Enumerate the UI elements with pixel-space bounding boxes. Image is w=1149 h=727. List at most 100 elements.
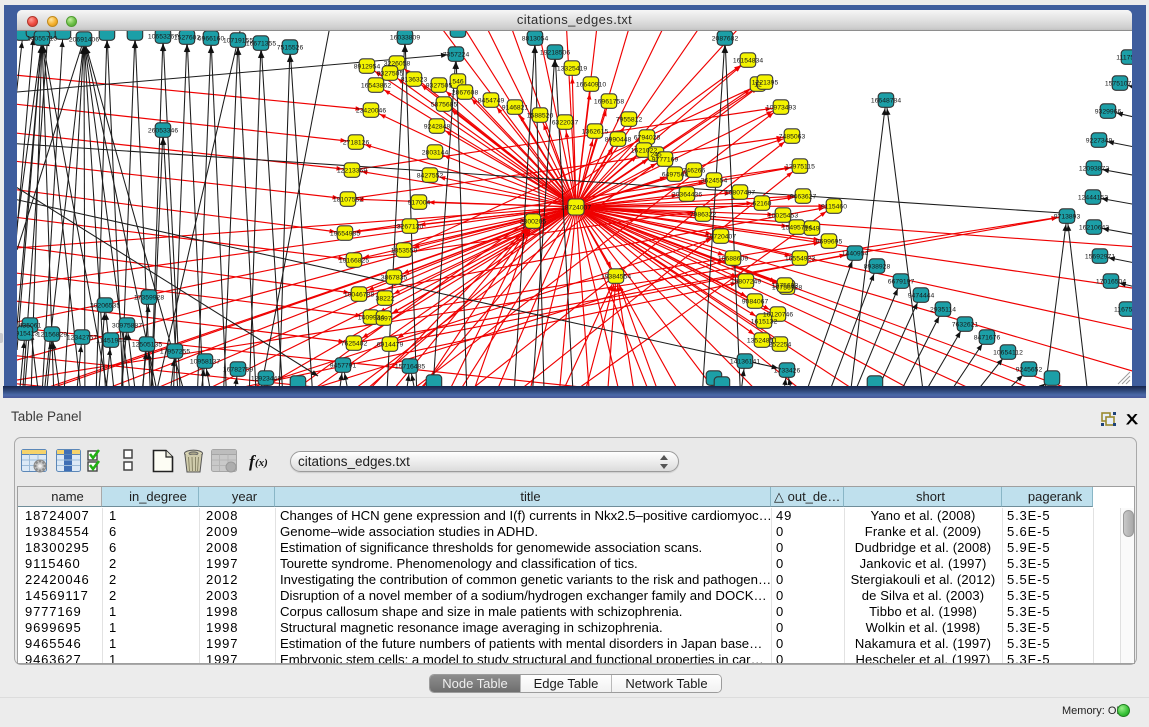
svg-text:12156829: 12156829 — [37, 331, 67, 338]
svg-text:14136141: 14136141 — [730, 358, 760, 365]
svg-text:15751074: 15751074 — [1105, 80, 1132, 87]
svg-text:7485063: 7485063 — [779, 133, 806, 140]
svg-text:16648784: 16648784 — [871, 97, 901, 104]
svg-text:12213369: 12213369 — [337, 167, 367, 174]
svg-text:9245652: 9245652 — [1016, 366, 1043, 373]
svg-text:2087682: 2087682 — [712, 35, 739, 42]
svg-text:3867835: 3867835 — [381, 274, 408, 281]
svg-text:8813054: 8813054 — [522, 35, 549, 42]
svg-text:16210643: 16210643 — [1079, 224, 1109, 231]
svg-text:12444153: 12444153 — [1078, 194, 1108, 201]
svg-text:6322037: 6322037 — [552, 119, 579, 126]
svg-text:8938928: 8938928 — [864, 263, 891, 270]
svg-text:1075692: 1075692 — [772, 282, 799, 289]
svg-text:3226058: 3226058 — [384, 60, 411, 67]
svg-text:9327505: 9327505 — [377, 70, 404, 77]
svg-text:19384554: 19384554 — [601, 273, 631, 280]
svg-text:1527602: 1527602 — [174, 34, 201, 41]
svg-text:9463627: 9463627 — [790, 193, 817, 200]
svg-text:17957255: 17957255 — [160, 348, 190, 355]
svg-text:16120746: 16120746 — [763, 311, 793, 318]
svg-text:30975887: 30975887 — [112, 322, 142, 329]
svg-text:9699695: 9699695 — [816, 238, 843, 245]
svg-text:10025453: 10025453 — [768, 212, 798, 219]
svg-text:15692971: 15692971 — [1085, 253, 1115, 260]
svg-text:15716485: 15716485 — [395, 363, 425, 370]
svg-text:62160: 62160 — [753, 200, 772, 207]
svg-text:16154834: 16154834 — [733, 57, 763, 64]
svg-text:17016504: 17016504 — [1096, 278, 1126, 285]
svg-text:12342757: 12342757 — [67, 334, 97, 341]
svg-text:14055713: 14055713 — [27, 35, 57, 42]
svg-text:10046788: 10046788 — [344, 291, 374, 298]
svg-text:17359928: 17359928 — [134, 294, 164, 301]
svg-text:6914479: 6914479 — [377, 341, 404, 348]
svg-text:9713893: 9713893 — [1054, 213, 1081, 220]
svg-text:1167534: 1167534 — [1114, 306, 1132, 313]
svg-text:2803144: 2803144 — [422, 149, 449, 156]
svg-text:10654112: 10654112 — [993, 349, 1023, 356]
svg-text:16961758: 16961758 — [594, 98, 624, 105]
svg-text:7632621: 7632621 — [952, 321, 979, 328]
svg-text:18807249: 18807249 — [731, 278, 761, 285]
svg-text:8912954: 8912954 — [354, 63, 381, 70]
svg-text:2935114: 2935114 — [930, 306, 956, 313]
svg-text:1440954: 1440954 — [842, 250, 869, 257]
svg-text:16640910: 16640910 — [576, 81, 606, 88]
svg-text:1362615: 1362615 — [582, 128, 609, 135]
svg-text:9474444: 9474444 — [908, 292, 935, 299]
svg-text:9242848: 9242848 — [424, 123, 451, 130]
svg-text:8454749: 8454749 — [478, 97, 505, 104]
svg-text:23420046: 23420046 — [356, 107, 386, 114]
svg-text:9329966: 9329966 — [1095, 108, 1122, 115]
svg-text:435061: 435061 — [19, 322, 42, 329]
svg-text:2718126: 2718126 — [343, 139, 370, 146]
svg-text:19654985: 19654985 — [330, 230, 360, 237]
svg-text:8427552: 8427552 — [417, 172, 444, 179]
svg-text:6794028: 6794028 — [634, 134, 661, 141]
svg-text:18724007: 18724007 — [561, 205, 591, 212]
svg-text:16554923: 16554923 — [785, 255, 815, 262]
svg-text:11451944: 11451944 — [96, 337, 126, 344]
svg-text:20206535: 20206535 — [90, 302, 120, 309]
svg-text:3267130: 3267130 — [397, 223, 424, 230]
svg-text:9457791: 9457791 — [330, 362, 357, 369]
svg-text:9777169: 9777169 — [652, 156, 679, 163]
svg-text:6966160: 6966160 — [198, 35, 225, 42]
svg-text:1615132: 1615132 — [751, 318, 778, 325]
svg-text:252254: 252254 — [769, 341, 792, 348]
svg-text:746266: 746266 — [683, 167, 706, 174]
svg-text:1549: 1549 — [804, 225, 819, 232]
svg-text:7986322: 7986322 — [690, 211, 717, 218]
svg-text:8136323: 8136323 — [401, 76, 428, 83]
svg-text:3915413: 3915413 — [17, 330, 38, 337]
svg-text:20691406: 20691406 — [69, 36, 99, 43]
svg-text:10958137: 10958137 — [190, 358, 220, 365]
svg-text:9146821: 9146821 — [502, 104, 529, 111]
svg-text:16671355: 16671355 — [246, 40, 276, 47]
svg-text:1588520: 1588520 — [527, 112, 554, 119]
svg-text:15720407: 15720407 — [706, 233, 736, 240]
svg-text:12093872: 12093872 — [1079, 165, 1109, 172]
svg-text:26053346: 26053346 — [148, 127, 178, 134]
svg-text:1733426: 1733426 — [774, 367, 801, 374]
svg-text:(x): (x) — [255, 457, 268, 469]
svg-text:16033809: 16033809 — [390, 34, 420, 41]
svg-text:9327505: 9327505 — [426, 82, 453, 89]
svg-text:13325419: 13325419 — [557, 65, 587, 72]
svg-text:12975115: 12975115 — [785, 163, 815, 170]
svg-text:10688609: 10688609 — [718, 255, 748, 262]
svg-text:38222: 38222 — [376, 295, 395, 302]
svg-text:2867608: 2867608 — [452, 89, 479, 96]
svg-text:19166825: 19166825 — [339, 257, 369, 264]
svg-text:5875685: 5875685 — [431, 101, 458, 108]
svg-text:7625402: 7625402 — [341, 340, 368, 347]
svg-text:6679197: 6679197 — [888, 278, 915, 285]
svg-text:10973493: 10973493 — [766, 104, 796, 111]
svg-text:19218506: 19218506 — [540, 49, 570, 56]
svg-text:12923448: 12923448 — [251, 375, 281, 382]
svg-text:1221395: 1221395 — [752, 79, 779, 86]
svg-text:7515526: 7515526 — [277, 44, 304, 51]
svg-text:16543862: 16543862 — [361, 82, 391, 89]
svg-text:16782759: 16782759 — [223, 366, 253, 373]
